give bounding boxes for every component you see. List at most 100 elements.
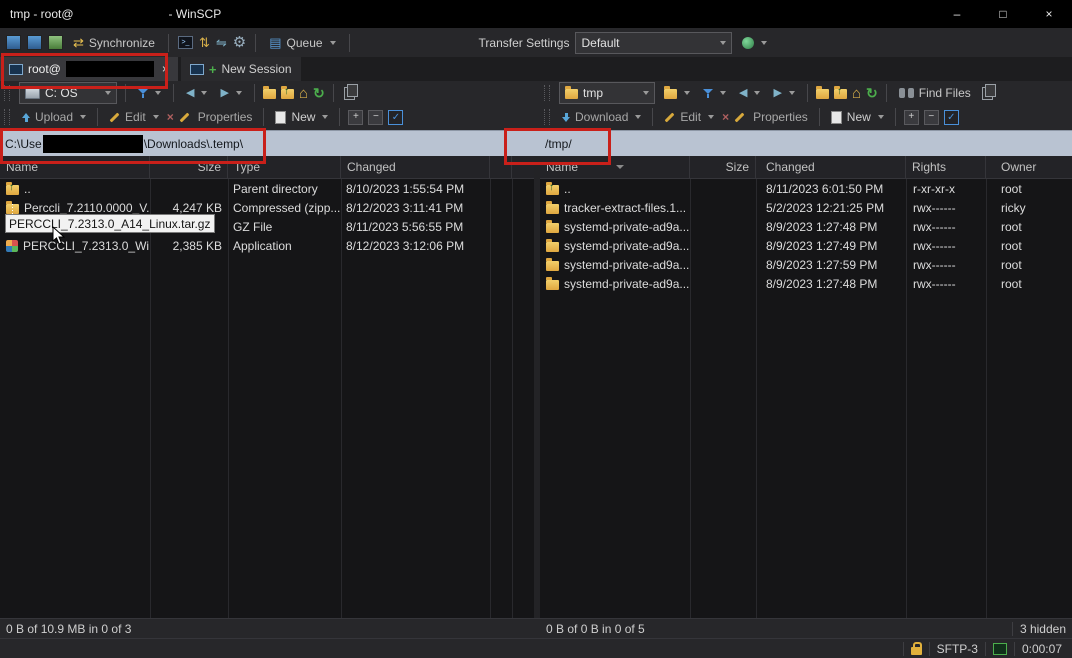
transfer-settings-label: Transfer Settings [479, 36, 570, 50]
toolbar-grip[interactable] [4, 109, 10, 125]
remote-dir-combo[interactable]: tmp [559, 82, 655, 104]
swap-panels-icon[interactable]: ⇋ [216, 36, 227, 49]
find-files-button[interactable]: Find Files [895, 84, 975, 102]
add-icon[interactable]: + [904, 110, 919, 125]
file-row[interactable]: systemd-private-ad9a... 8/9/2023 1:27:49… [540, 236, 1072, 255]
refresh-icon[interactable]: ↻ [866, 86, 878, 100]
winscp-window: tmp - root@ - WinSCP – □ × ⇄ Synchronize… [0, 0, 1072, 658]
console-icon[interactable]: >_ [178, 36, 193, 49]
new-session-icon [190, 64, 204, 75]
column-header-changed[interactable]: Changed [341, 156, 490, 178]
layout-commander-icon[interactable] [6, 35, 21, 50]
filter-button[interactable] [134, 87, 165, 100]
upload-button[interactable]: Upload [19, 110, 89, 124]
file-owner: root [986, 182, 1072, 196]
back-button[interactable]: ◀ [182, 86, 211, 101]
delete-icon[interactable]: × [722, 111, 729, 123]
rename-input[interactable] [5, 214, 215, 233]
chevron-down-icon [720, 41, 726, 45]
add-icon[interactable]: + [348, 110, 363, 125]
file-changed: 8/11/2023 6:01:50 PM [756, 182, 906, 196]
parent-directory-icon[interactable]: ↑ [834, 89, 847, 99]
toolbar-grip[interactable] [544, 85, 550, 101]
column-header-changed[interactable]: Changed [756, 156, 906, 178]
column-header-rights[interactable]: Rights [906, 156, 986, 178]
queue-button[interactable]: ▤ Queue [265, 34, 339, 52]
file-owner: ricky [986, 201, 1072, 215]
open-directory-icon[interactable] [263, 89, 276, 99]
home-directory-icon[interactable]: ⌂ [852, 86, 861, 101]
column-header-name[interactable]: Name [0, 156, 150, 178]
edit-button[interactable]: Edit [661, 110, 717, 124]
command-bars-row: Upload Edit × Properties New + − [0, 105, 1072, 131]
forward-button[interactable]: ▶ [216, 86, 245, 101]
minimize-button[interactable]: – [934, 0, 980, 28]
select-checkbox-icon[interactable]: ✓ [388, 110, 403, 125]
server-status-icon[interactable] [993, 643, 1007, 655]
subtract-icon[interactable]: − [924, 110, 939, 125]
file-row[interactable]: PERCCLI_7.2313.0_Wi... 2,385 KB Applicat… [0, 236, 534, 255]
file-name: Perccli_7.2110.0000_V... [24, 201, 150, 215]
parent-directory-icon[interactable]: ↑ [281, 89, 294, 99]
column-header-name[interactable]: Name [540, 156, 690, 178]
column-header-size[interactable]: Size [690, 156, 756, 178]
synchronize-browsing-icon[interactable]: ⇅ [199, 36, 210, 49]
toolbar-grip[interactable] [4, 85, 10, 101]
file-row[interactable]: systemd-private-ad9a... 8/9/2023 1:27:48… [540, 274, 1072, 293]
protocol-label[interactable]: SFTP-3 [937, 642, 978, 656]
hidden-files-count[interactable]: 3 hidden [1020, 622, 1066, 636]
select-checkbox-icon[interactable]: ✓ [944, 110, 959, 125]
file-name: systemd-private-ad9a... [564, 277, 689, 291]
new-session-tab[interactable]: + New Session [181, 57, 301, 81]
refresh-icon[interactable]: ↻ [313, 86, 325, 100]
filter-button[interactable] [699, 87, 730, 100]
column-header-owner[interactable]: Owner [986, 156, 1072, 178]
properties-button[interactable]: Properties [195, 110, 256, 124]
delete-icon[interactable]: × [167, 111, 174, 123]
layout-explorer-icon[interactable] [27, 35, 42, 50]
properties-button[interactable]: Properties [750, 110, 811, 124]
file-row[interactable]: systemd-private-ad9a... 8/9/2023 1:27:59… [540, 255, 1072, 274]
subtract-icon[interactable]: − [368, 110, 383, 125]
column-header-type[interactable]: Type [228, 156, 341, 178]
session-tab-active[interactable]: root@ × [0, 57, 178, 81]
rename-icon[interactable] [735, 112, 745, 122]
column-header-size[interactable]: Size [150, 156, 228, 178]
toolbar-grip[interactable] [544, 109, 550, 125]
file-name: tracker-extract-files.1... [564, 201, 686, 215]
rename-icon[interactable] [179, 112, 189, 122]
close-button[interactable]: × [1026, 0, 1072, 28]
file-row[interactable]: ↑.. Parent directory 8/10/2023 1:55:54 P… [0, 179, 534, 198]
edit-button[interactable]: Edit [106, 110, 162, 124]
tab-close-icon[interactable]: × [162, 62, 169, 76]
new-button[interactable]: New [828, 110, 887, 124]
remote-path-bar[interactable]: /tmp/ [540, 130, 1072, 158]
file-size: 4,247 KB [150, 201, 228, 215]
open-directory-icon[interactable] [816, 89, 829, 99]
site-manager-icon[interactable] [48, 35, 63, 50]
upload-icon [22, 113, 30, 122]
copy-path-icon[interactable] [344, 87, 355, 100]
transfer-preset-combo[interactable]: Default [575, 32, 732, 54]
file-row[interactable]: tracker-extract-files.1... 5/2/2023 12:2… [540, 198, 1072, 217]
forward-button[interactable]: ▶ [769, 86, 798, 101]
copy-path-icon[interactable] [982, 87, 993, 100]
new-button[interactable]: New [272, 110, 331, 124]
toolbar-separator [807, 84, 808, 102]
home-directory-icon[interactable]: ⌂ [299, 86, 308, 101]
file-row[interactable]: systemd-private-ad9a... 8/9/2023 1:27:48… [540, 217, 1072, 236]
open-folder-button[interactable] [660, 85, 694, 101]
maximize-button[interactable]: □ [980, 0, 1026, 28]
drive-combo[interactable]: C: OS [19, 82, 117, 104]
queue-label: Queue [287, 36, 323, 50]
parent-folder-icon: ↑ [546, 185, 559, 195]
local-path-bar[interactable]: C:\Use\Downloads\.temp\ [0, 130, 544, 158]
transfer-preset-icon-button[interactable] [738, 35, 771, 51]
encryption-lock-icon[interactable] [911, 647, 922, 655]
new-file-icon [275, 111, 286, 124]
download-button[interactable]: Download [559, 110, 644, 124]
preferences-gear-icon[interactable]: ⚙ [233, 35, 246, 50]
synchronize-button[interactable]: ⇄ Synchronize [69, 34, 159, 52]
file-row[interactable]: ↑.. 8/11/2023 6:01:50 PM r-xr-xr-x root [540, 179, 1072, 198]
back-button[interactable]: ◀ [735, 86, 764, 101]
